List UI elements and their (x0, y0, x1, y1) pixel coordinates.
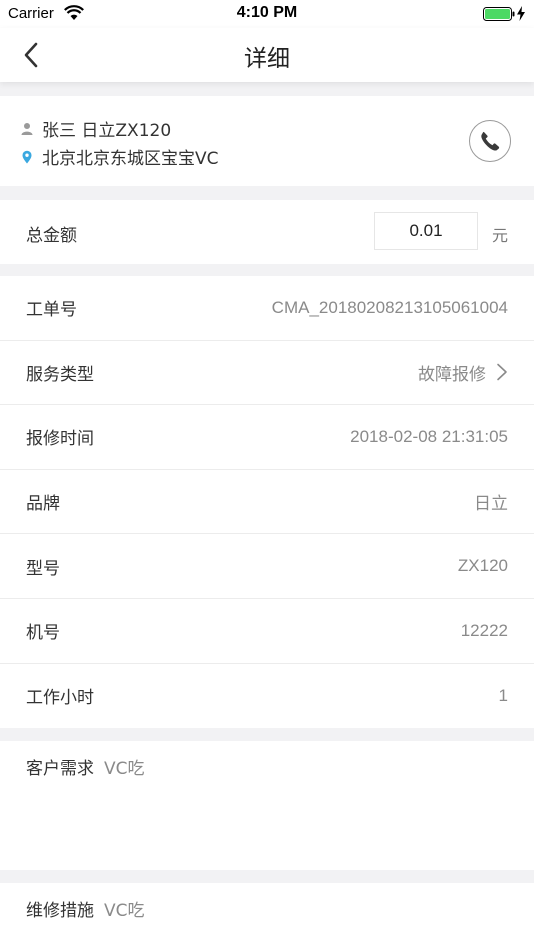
location-pin-icon (22, 150, 32, 163)
customer-address: 北京北京东城区宝宝VC (42, 149, 219, 169)
detail-value: 故障报修 (418, 364, 486, 384)
status-time: 4:10 PM (236, 4, 298, 21)
details-card: 工单号 CMA_20180208213105061004 服务类型 故障报修 报… (0, 276, 534, 728)
model-row: 型号 ZX120 (0, 534, 534, 599)
customer-demand-label: 客户需求 (26, 759, 94, 779)
customer-demand-value: VC吃 (104, 759, 145, 779)
order-number-row: 工单号 CMA_20180208213105061004 (0, 276, 534, 341)
detail-value: 2018-02-08 21:31:05 (350, 426, 508, 446)
detail-value: 1 (498, 685, 508, 705)
detail-value: CMA_20180208213105061004 (271, 297, 508, 317)
detail-label: 型号 (26, 558, 60, 579)
customer-card: 张三 日立ZX120 北京北京东城区宝宝VC (0, 96, 534, 186)
detail-label: 工作小时 (26, 688, 94, 709)
battery-icon (483, 7, 515, 21)
repair-measures: 维修措施 VC吃 (26, 896, 145, 921)
detail-value: 12222 (460, 620, 508, 640)
detail-value: 日立 (474, 494, 508, 514)
page-title: 详细 (244, 46, 290, 72)
total-amount-input[interactable] (374, 212, 478, 250)
machine-number-row: 机号 12222 (0, 599, 534, 664)
detail-label: 机号 (26, 623, 60, 644)
detail-label: 品牌 (26, 494, 60, 515)
navigation-bar: 详细 (0, 28, 534, 82)
detail-value: ZX120 (457, 556, 508, 576)
repair-measures-label: 维修措施 (26, 901, 94, 921)
repair-measures-value: VC吃 (104, 901, 145, 921)
working-hours-row: 工作小时 1 (0, 664, 534, 729)
charging-icon (517, 6, 525, 21)
total-amount-label: 总金额 (26, 226, 77, 246)
brand-row: 品牌 日立 (0, 470, 534, 535)
repair-measures-card: 维修措施 VC吃 (0, 883, 534, 950)
detail-label: 服务类型 (26, 364, 94, 385)
customer-demand: 客户需求 VC吃 (26, 754, 145, 779)
amount-card: 总金额 元 (0, 200, 534, 264)
phone-icon (481, 131, 500, 151)
repair-time-row: 报修时间 2018-02-08 21:31:05 (0, 405, 534, 470)
call-button[interactable] (469, 120, 511, 162)
service-type-row[interactable]: 服务类型 故障报修 (0, 341, 534, 406)
currency-unit: 元 (491, 226, 508, 245)
status-bar: Carrier 4:10 PM (0, 0, 534, 28)
customer-demand-card: 客户需求 VC吃 (0, 741, 534, 870)
customer-name-model: 张三 日立ZX120 (42, 121, 172, 141)
detail-label: 报修时间 (26, 429, 94, 450)
customer-name-row: 张三 日立ZX120 (20, 116, 171, 141)
chevron-right-icon (497, 364, 507, 381)
detail-label: 工单号 (26, 300, 77, 321)
person-icon (21, 122, 33, 135)
customer-address-row: 北京北京东城区宝宝VC (20, 144, 219, 169)
